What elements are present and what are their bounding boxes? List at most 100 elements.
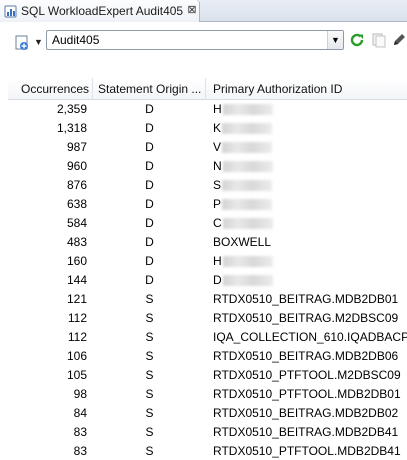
cell-primary-auth-id: IQA_COLLECTION_610.IQADBACP xyxy=(206,328,407,347)
cell-primary-auth-id: RTDX0510_BEITRAG.MDB2DB02 xyxy=(206,404,407,423)
table-row[interactable]: 960 D N xyxy=(8,157,407,176)
table-row[interactable]: 84 S RTDX0510_BEITRAG.MDB2DB02 xyxy=(8,404,407,423)
table-row[interactable]: 106 S RTDX0510_BEITRAG.MDB2DB06 xyxy=(8,347,407,366)
auth-id-text: K xyxy=(213,121,222,135)
auth-id-text: V xyxy=(213,140,222,154)
cell-occurrences: 584 xyxy=(66,216,87,230)
cell-primary-auth-id: RTDX0510_PTFTOOL.M2DBSC09 xyxy=(206,366,407,385)
cell-occurrences: 112 xyxy=(67,311,87,325)
copy-icon[interactable] xyxy=(370,31,388,49)
redacted-blur xyxy=(222,104,273,116)
auth-id-text: N xyxy=(213,159,222,173)
auth-id-text: RTDX0510_BEITRAG.MDB2DB41 xyxy=(213,425,399,439)
redacted-blur xyxy=(222,275,273,287)
cell-occurrences: 483 xyxy=(66,235,87,249)
close-icon[interactable]: ⊠ xyxy=(186,4,198,16)
table-row[interactable]: 1,318 D K xyxy=(8,119,407,138)
cell-primary-auth-id: BOXWELL xyxy=(206,233,407,252)
redacted-blur xyxy=(222,142,273,154)
profile-select[interactable]: Audit405 ▼ xyxy=(46,30,344,50)
cell-statement-origin: S xyxy=(145,387,154,401)
cell-primary-auth-id: V xyxy=(206,138,407,157)
cell-primary-auth-id: RTDX0510_BEITRAG.M2DBSC09 xyxy=(206,309,407,328)
cell-statement-origin: D xyxy=(145,254,154,268)
table-row[interactable]: 105 S RTDX0510_PTFTOOL.M2DBSC09 xyxy=(8,366,407,385)
table-row[interactable]: 121 S RTDX0510_BEITRAG.MDB2DB01 xyxy=(8,290,407,309)
refresh-icon[interactable] xyxy=(348,31,366,49)
auth-id-text: RTDX0510_BEITRAG.MDB2DB02 xyxy=(213,406,399,420)
table-row[interactable]: 876 D S xyxy=(8,176,407,195)
cell-occurrences: 144 xyxy=(66,273,87,287)
cell-statement-origin: D xyxy=(145,121,154,135)
redacted-blur xyxy=(222,180,273,192)
table-row[interactable]: 98 S RTDX0510_PTFTOOL.MDB2DB01 xyxy=(8,385,407,404)
cell-occurrences: 83 xyxy=(73,444,87,458)
table-row[interactable]: 112 S RTDX0510_BEITRAG.M2DBSC09 xyxy=(8,309,407,328)
cell-statement-origin: D xyxy=(145,197,154,211)
chevron-down-icon[interactable]: ▼ xyxy=(327,31,343,49)
auth-id-text: S xyxy=(213,178,222,192)
table-row[interactable]: 987 D V xyxy=(8,138,407,157)
auth-id-text: D xyxy=(213,273,222,287)
column-header-occurrences[interactable]: Occurrences xyxy=(8,78,93,100)
cell-primary-auth-id: RTDX0510_PTFTOOL.MDB2DB01 xyxy=(206,385,407,404)
cell-statement-origin: D xyxy=(145,159,154,173)
redacted-blur xyxy=(222,199,273,211)
table-row[interactable]: 144 D D xyxy=(8,271,407,290)
dropdown-arrow-icon[interactable]: ▼ xyxy=(34,36,44,48)
cell-primary-auth-id: H xyxy=(206,100,407,119)
auth-id-text: RTDX0510_BEITRAG.MDB2DB06 xyxy=(213,349,399,363)
column-header-primary-auth-id[interactable]: Primary Authorization ID xyxy=(206,78,407,100)
cell-primary-auth-id: C xyxy=(206,214,407,233)
cell-occurrences: 106 xyxy=(66,349,87,363)
auth-id-text: P xyxy=(213,197,222,211)
profile-select-value: Audit405 xyxy=(52,33,100,47)
cell-occurrences: 960 xyxy=(66,159,87,173)
table-row[interactable]: 160 D H xyxy=(8,252,407,271)
redacted-blur xyxy=(222,123,273,135)
edit-icon[interactable] xyxy=(390,31,407,49)
cell-statement-origin: S xyxy=(145,311,154,325)
auth-id-text: H xyxy=(213,102,222,116)
cell-occurrences: 1,318 xyxy=(56,121,87,135)
table-row[interactable]: 483 D BOXWELL xyxy=(8,233,407,252)
table-row[interactable]: 83 S RTDX0510_PTFTOOL.MDB2DB41 xyxy=(8,442,407,460)
cell-primary-auth-id: RTDX0510_BEITRAG.MDB2DB01 xyxy=(206,290,407,309)
auth-id-text: RTDX0510_BEITRAG.MDB2DB01 xyxy=(213,292,399,306)
auth-id-text: RTDX0510_PTFTOOL.MDB2DB41 xyxy=(213,444,401,458)
cell-occurrences: 83 xyxy=(73,425,87,439)
cell-statement-origin: D xyxy=(145,102,154,116)
redacted-blur xyxy=(222,218,273,230)
table-row[interactable]: 584 D C xyxy=(8,214,407,233)
tab-sql-workload-expert[interactable]: SQL WorkloadExpert Audit405 xyxy=(0,0,200,22)
table-header: Occurrences Statement Origin ... Primary… xyxy=(8,78,407,100)
cell-occurrences: 876 xyxy=(66,178,87,192)
cell-primary-auth-id: D xyxy=(206,271,407,290)
cell-statement-origin: D xyxy=(145,140,154,154)
cell-primary-auth-id: RTDX0510_PTFTOOL.MDB2DB41 xyxy=(206,442,407,460)
auth-id-text: RTDX0510_BEITRAG.M2DBSC09 xyxy=(213,311,399,325)
cell-occurrences: 112 xyxy=(67,330,87,344)
table-row[interactable]: 83 S RTDX0510_BEITRAG.MDB2DB41 xyxy=(8,423,407,442)
cell-statement-origin: S xyxy=(145,406,154,420)
cell-occurrences: 98 xyxy=(73,387,87,401)
column-header-statement-origin[interactable]: Statement Origin ... xyxy=(93,78,206,100)
cell-statement-origin: S xyxy=(145,368,154,382)
cell-primary-auth-id: RTDX0510_BEITRAG.MDB2DB06 xyxy=(206,347,407,366)
cell-primary-auth-id: N xyxy=(206,157,407,176)
cell-statement-origin: D xyxy=(145,235,154,249)
table-row[interactable]: 2,359 D H xyxy=(8,100,407,119)
auth-id-text: BOXWELL xyxy=(213,235,272,249)
redacted-blur xyxy=(222,161,273,173)
cell-statement-origin: S xyxy=(145,330,154,344)
cell-statement-origin: S xyxy=(145,425,154,439)
cell-statement-origin: D xyxy=(145,216,154,230)
new-profile-icon[interactable] xyxy=(13,34,31,52)
cell-statement-origin: S xyxy=(145,292,154,306)
cell-statement-origin: D xyxy=(145,273,154,287)
cell-statement-origin: D xyxy=(145,178,154,192)
cell-occurrences: 2,359 xyxy=(56,102,87,116)
table-row[interactable]: 638 D P xyxy=(8,195,407,214)
table-row[interactable]: 112 S IQA_COLLECTION_610.IQADBACP xyxy=(8,328,407,347)
cell-occurrences: 105 xyxy=(66,368,87,382)
